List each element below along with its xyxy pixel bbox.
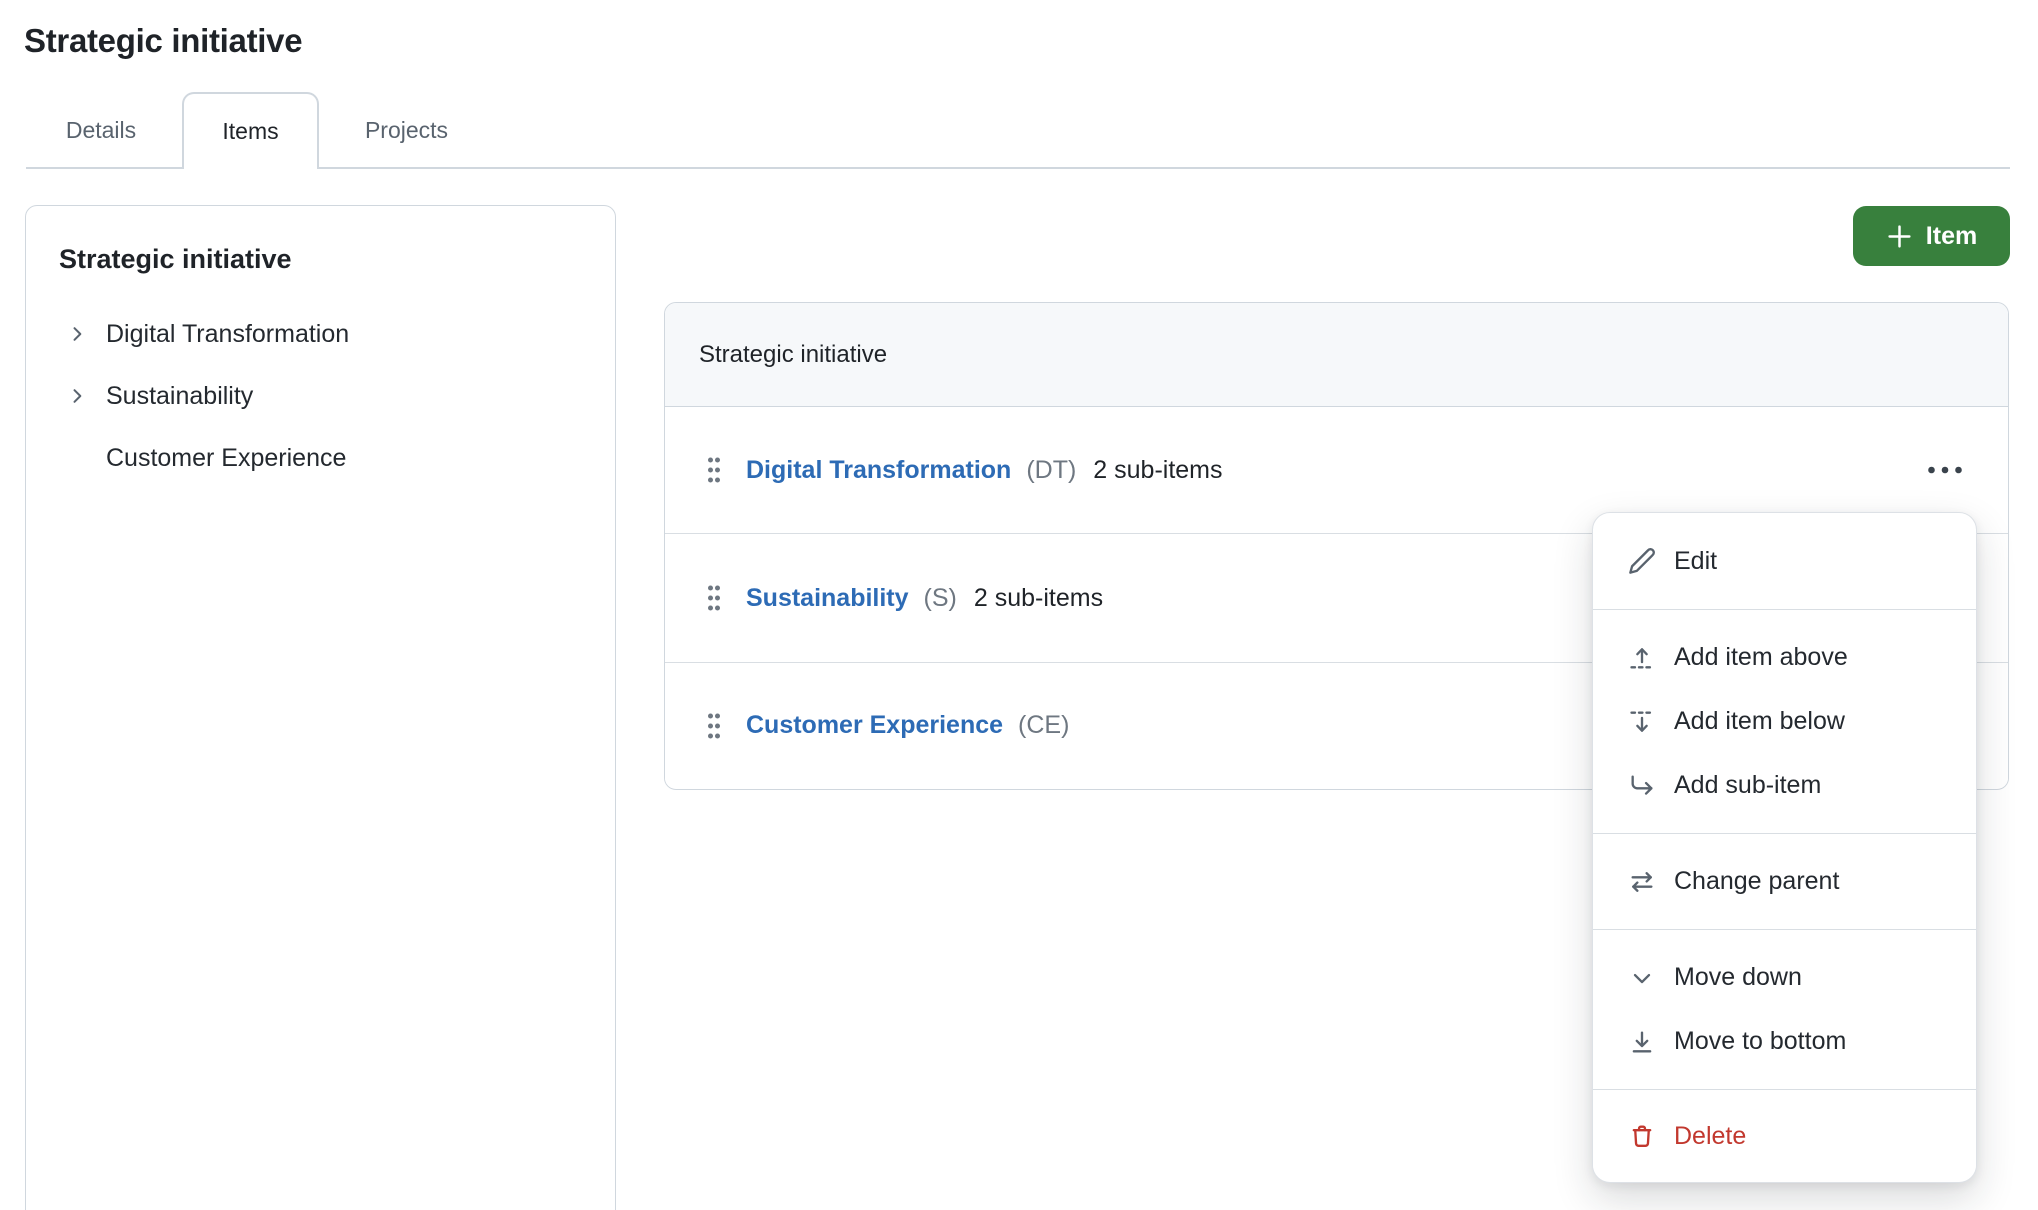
add-item-button[interactable]: Item — [1853, 206, 2010, 266]
row-overflow-menu-button[interactable] — [1923, 448, 1967, 492]
tree-item-sustainability[interactable]: Sustainability — [26, 365, 615, 427]
drag-handle-icon[interactable] — [707, 584, 721, 612]
tree-item-label: Digital Transformation — [106, 320, 349, 349]
menu-section-add: Add item above Add item below Add sub-it… — [1593, 609, 1976, 833]
menu-item-move-to-bottom[interactable]: Move to bottom — [1593, 1010, 1976, 1074]
menu-item-edit[interactable]: Edit — [1593, 529, 1976, 593]
chevron-down-icon — [1628, 964, 1656, 992]
arrow-up-from-line-icon — [1628, 644, 1656, 672]
tab-items[interactable]: Items — [182, 92, 319, 169]
add-item-label: Item — [1926, 222, 1977, 251]
page: Strategic initiative Details Items Proje… — [0, 0, 2038, 1210]
menu-item-add-item-above[interactable]: Add item above — [1593, 626, 1976, 690]
tab-details[interactable]: Details — [41, 92, 161, 169]
context-menu: Edit Add item above Add item below A — [1592, 512, 1977, 1183]
kebab-icon — [1927, 466, 1963, 474]
arrow-to-bottom-icon — [1628, 1028, 1656, 1056]
item-code: (S) — [924, 584, 957, 613]
drag-handle-icon[interactable] — [707, 712, 721, 740]
arrow-down-from-line-icon — [1628, 708, 1656, 736]
chevron-spacer — [67, 448, 87, 468]
page-title: Strategic initiative — [24, 22, 302, 60]
item-subitem-count: 2 sub-items — [974, 584, 1103, 613]
chevron-right-icon[interactable] — [67, 386, 87, 406]
chevron-right-icon[interactable] — [67, 324, 87, 344]
items-panel-title: Strategic initiative — [699, 341, 887, 369]
tree-item-customer-experience[interactable]: Customer Experience — [26, 427, 615, 489]
menu-section-move: Move down Move to bottom — [1593, 929, 1976, 1089]
drag-handle-icon[interactable] — [707, 456, 721, 484]
transfer-arrows-icon — [1628, 868, 1656, 896]
corner-down-right-arrow-icon — [1628, 772, 1656, 800]
menu-section-delete: Delete — [1593, 1089, 1976, 1182]
menu-section-edit: Edit — [1593, 513, 1976, 609]
item-link[interactable]: Sustainability — [746, 584, 909, 613]
item-code: (CE) — [1018, 711, 1069, 740]
menu-item-add-item-below[interactable]: Add item below — [1593, 690, 1976, 754]
items-panel-header: Strategic initiative — [665, 303, 2008, 407]
tree-item-digital-transformation[interactable]: Digital Transformation — [26, 303, 615, 365]
item-subitem-count: 2 sub-items — [1093, 456, 1222, 485]
menu-item-add-sub-item[interactable]: Add sub-item — [1593, 754, 1976, 818]
item-code: (DT) — [1026, 456, 1076, 485]
menu-item-change-parent[interactable]: Change parent — [1593, 850, 1976, 914]
item-link[interactable]: Digital Transformation — [746, 456, 1011, 485]
plus-icon — [1886, 223, 1913, 250]
pencil-icon — [1628, 547, 1656, 575]
item-link[interactable]: Customer Experience — [746, 711, 1003, 740]
tree-item-label: Sustainability — [106, 382, 253, 411]
menu-item-move-down[interactable]: Move down — [1593, 946, 1976, 1010]
tree-item-label: Customer Experience — [106, 444, 346, 473]
trash-icon — [1628, 1122, 1656, 1150]
tab-projects[interactable]: Projects — [344, 92, 469, 169]
tree-heading: Strategic initiative — [59, 244, 292, 275]
tree-panel: Strategic initiative Digital Transformat… — [25, 205, 616, 1210]
menu-item-delete[interactable]: Delete — [1593, 1104, 1976, 1168]
menu-section-parent: Change parent — [1593, 833, 1976, 929]
tree: Digital Transformation Sustainability Cu… — [26, 303, 615, 489]
tab-underline — [26, 167, 2010, 169]
